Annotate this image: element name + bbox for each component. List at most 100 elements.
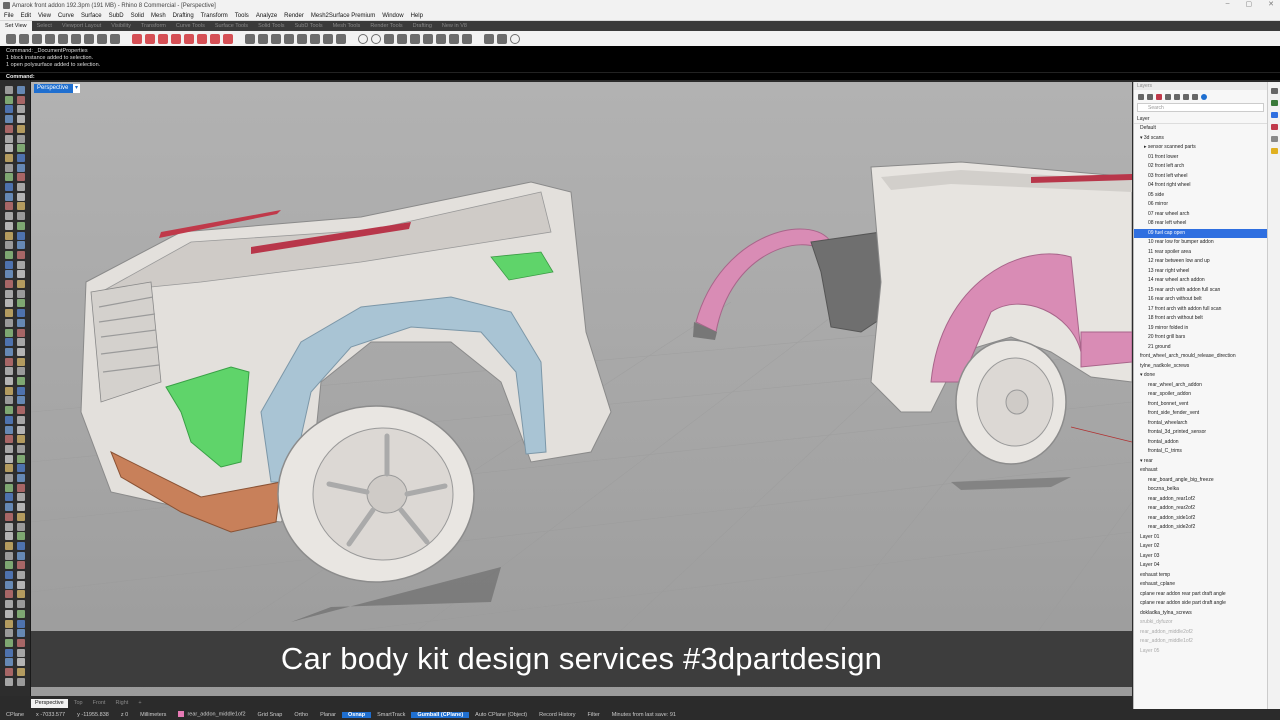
tool-icon[interactable] — [17, 629, 25, 638]
viewtab-top[interactable]: Top — [70, 699, 87, 708]
tool-icon[interactable] — [5, 241, 13, 250]
display-tab-icon[interactable] — [1271, 112, 1278, 118]
tool-icon[interactable] — [17, 638, 25, 647]
layer-row[interactable]: cplane rear addon rear part draft angle — [1134, 590, 1267, 600]
viewtab-perspective[interactable]: Perspective — [31, 699, 68, 708]
tab-select[interactable]: Select — [32, 21, 57, 31]
layer-row[interactable]: Default — [1134, 124, 1267, 134]
layer-row[interactable]: tylne_nadkole_screws — [1134, 362, 1267, 372]
menu-tools[interactable]: Tools — [235, 13, 249, 19]
tab-solid-tools[interactable]: Solid Tools — [253, 21, 290, 31]
zoom-extents-icon[interactable] — [58, 33, 68, 44]
tool-icon[interactable] — [17, 677, 25, 686]
left-view-icon[interactable] — [210, 33, 220, 44]
tool-icon[interactable] — [5, 629, 13, 638]
redo-view-icon[interactable] — [110, 33, 120, 44]
minimize-icon[interactable]: – — [1226, 0, 1230, 8]
status-current-layer[interactable]: rear_addon_middle1of2 — [172, 711, 251, 718]
menu-transform[interactable]: Transform — [201, 13, 228, 19]
arctic-mode-icon[interactable] — [436, 33, 446, 44]
tool-icon[interactable] — [17, 115, 25, 124]
tool-icon[interactable] — [17, 386, 25, 395]
tool-icon[interactable] — [5, 124, 13, 133]
layer-row[interactable]: ▾ rear — [1134, 457, 1267, 467]
tool-icon[interactable] — [5, 619, 13, 628]
status-units[interactable]: Millimeters — [134, 712, 172, 718]
layer-row[interactable]: exhaust_cplane — [1134, 580, 1267, 590]
layer-row[interactable]: rear_addon_side2of2 — [1134, 523, 1267, 533]
tool-icon[interactable] — [17, 493, 25, 502]
tool-icon[interactable] — [5, 299, 13, 308]
tool-icon[interactable] — [5, 386, 13, 395]
layer-row[interactable]: Layer 02 — [1134, 542, 1267, 552]
tool-icon[interactable] — [17, 221, 25, 230]
clipping-plane-icon[interactable] — [484, 33, 494, 44]
tool-icon[interactable] — [17, 309, 25, 318]
status-osnap[interactable]: Osnap — [341, 711, 372, 718]
status-ortho[interactable]: Ortho — [288, 712, 314, 718]
layer-search-input[interactable]: Search — [1137, 103, 1264, 112]
tool-icon[interactable] — [17, 648, 25, 657]
tool-icon[interactable] — [17, 231, 25, 240]
tool-icon[interactable] — [17, 619, 25, 628]
tool-icon[interactable] — [5, 677, 13, 686]
camera-target-icon[interactable] — [271, 33, 281, 44]
layer-row[interactable]: 04 front right wheel — [1134, 181, 1267, 191]
menu-mesh2surface[interactable]: Mesh2Surface Premium — [311, 13, 375, 19]
tool-icon[interactable] — [17, 347, 25, 356]
tool-icon[interactable] — [17, 124, 25, 133]
tool-icon[interactable] — [17, 406, 25, 415]
tool-icon[interactable] — [5, 590, 13, 599]
status-cplane[interactable]: CPlane — [0, 712, 30, 718]
menu-render[interactable]: Render — [284, 13, 304, 19]
tool-icon[interactable] — [5, 483, 13, 492]
tool-icon[interactable] — [17, 183, 25, 191]
layer-column-header[interactable]: Layer — [1134, 114, 1267, 124]
tab-drafting[interactable]: Drafting — [408, 21, 437, 31]
status-smarttrack[interactable]: SmartTrack — [371, 712, 411, 718]
tool-icon[interactable] — [5, 183, 13, 191]
viewport-menu-caret-icon[interactable]: ▾ — [73, 84, 80, 93]
tool-icon[interactable] — [5, 328, 13, 337]
back-view-icon[interactable] — [197, 33, 207, 44]
tool-icon[interactable] — [5, 163, 13, 172]
viewport-layout-icon[interactable] — [245, 33, 255, 44]
tool-icon[interactable] — [17, 444, 25, 453]
tool-icon[interactable] — [17, 658, 25, 667]
tab-viewport-layout[interactable]: Viewport Layout — [57, 21, 106, 31]
named-view-icon[interactable] — [132, 33, 142, 44]
tool-icon[interactable] — [17, 415, 25, 424]
close-icon[interactable]: ✕ — [1268, 0, 1274, 8]
layer-row[interactable]: rear_spoiler_addon — [1134, 390, 1267, 400]
two-point-perspective-icon[interactable] — [297, 33, 307, 44]
tool-icon[interactable] — [17, 571, 25, 579]
bottom-view-icon[interactable] — [184, 33, 194, 44]
layer-row[interactable]: 15 rear arch with addon full scan — [1134, 286, 1267, 296]
tool-icon[interactable] — [17, 474, 25, 482]
viewtab-right[interactable]: Right — [111, 699, 132, 708]
materials-tab-icon[interactable] — [1271, 136, 1278, 142]
tool-icon[interactable] — [5, 95, 13, 104]
tool-icon[interactable] — [17, 541, 25, 550]
rendered-mode-icon[interactable] — [358, 33, 368, 44]
tool-icon[interactable] — [5, 493, 13, 502]
layer-row[interactable]: rear_addon_middle2of2 — [1134, 628, 1267, 638]
tool-icon[interactable] — [17, 270, 25, 279]
layer-row[interactable]: 19 mirror folded in — [1134, 324, 1267, 334]
tool-icon[interactable] — [5, 532, 13, 541]
new-layer-icon[interactable] — [1138, 93, 1144, 100]
truck-rear-scan[interactable] — [693, 161, 1132, 490]
layer-row[interactable]: 03 front left wheel — [1134, 172, 1267, 182]
set-camera-icon[interactable] — [258, 33, 268, 44]
tool-icon[interactable] — [5, 153, 13, 162]
layer-row[interactable]: frontal_C_trims — [1134, 447, 1267, 457]
add-viewport-tab-button[interactable]: + — [134, 699, 145, 708]
tool-icon[interactable] — [5, 86, 13, 94]
menu-curve[interactable]: Curve — [58, 13, 74, 19]
tool-icon[interactable] — [5, 454, 13, 463]
monochrome-mode-icon[interactable] — [462, 33, 472, 44]
layer-row[interactable]: ▸ sensor scanned parts — [1134, 143, 1267, 153]
layer-row[interactable]: ▾ done — [1134, 371, 1267, 381]
zoom-icon[interactable] — [32, 33, 42, 44]
right-view-icon[interactable] — [171, 33, 181, 44]
